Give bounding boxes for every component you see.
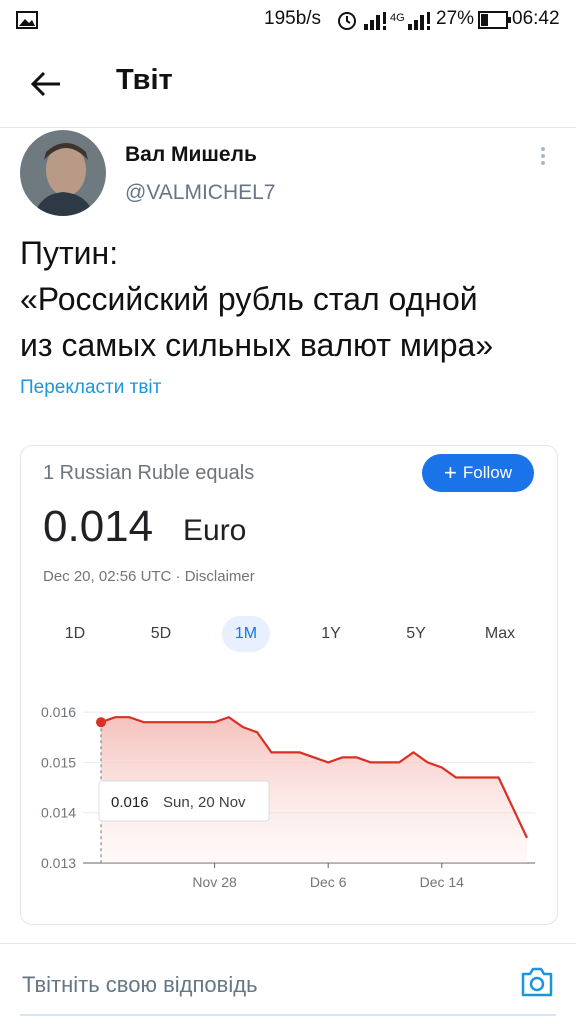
tweet-media-card[interactable]: 1 Russian Ruble equals + Follow 0.014 Eu…: [20, 445, 558, 925]
author-name[interactable]: Вал Мишель: [125, 143, 257, 167]
tab-1m[interactable]: 1M: [222, 616, 270, 652]
exchange-rate-chart[interactable]: 0.013 0.014 0.015 0.016 Nov 28 Dec 6 Dec 14 0…: [21, 671, 557, 924]
clock: 06:42: [512, 8, 560, 29]
arrow-left-icon: [30, 71, 60, 97]
reply-underline: [20, 1014, 556, 1016]
translate-link[interactable]: Перекласти твіт: [20, 377, 161, 399]
tooltip-date: Sun, 20 Nov: [163, 794, 246, 811]
more-options-icon[interactable]: [536, 146, 550, 170]
signal-icon: [364, 12, 386, 30]
tweet-text-line: из самых сильных валют мира»: [20, 327, 494, 363]
tab-5d[interactable]: 5D: [141, 616, 181, 652]
tweet-text-line: «Российский рубль стал одной: [20, 281, 478, 317]
camera-icon[interactable]: [520, 966, 554, 998]
network-type: 4G: [390, 12, 405, 24]
image-icon: [16, 11, 38, 29]
header-divider: [0, 127, 576, 128]
tooltip-value: 0.016: [111, 794, 149, 811]
rate-value: 0.014: [43, 502, 154, 551]
reply-divider: [0, 943, 576, 944]
follow-label: Follow: [462, 463, 512, 482]
back-button[interactable]: [22, 64, 66, 104]
tab-1d[interactable]: 1D: [55, 616, 95, 652]
status-bar: 195b/s 4G 27% 06:42: [0, 0, 576, 40]
tooltip: 0.016 Sun, 20 Nov: [98, 780, 270, 822]
battery-percent: 27%: [436, 8, 475, 29]
tweet-text-line: Путин:: [20, 235, 119, 271]
x-tick-label: Nov 28: [192, 874, 237, 890]
alarm-icon: [338, 12, 356, 30]
hover-point: [96, 717, 106, 728]
plus-icon: +: [444, 460, 457, 485]
avatar[interactable]: [20, 130, 106, 216]
tab-max[interactable]: Max: [477, 616, 523, 652]
follow-button[interactable]: + Follow: [422, 454, 534, 492]
x-tick-label: Dec 6: [310, 874, 347, 890]
y-tick-label: 0.014: [41, 805, 76, 821]
author-handle[interactable]: @VALMICHEL7: [125, 181, 275, 205]
x-tick-label: Dec 14: [420, 874, 465, 890]
y-tick-label: 0.013: [41, 855, 76, 871]
reply-input[interactable]: Твітніть свою відповідь: [22, 972, 258, 998]
network-speed: 195b/s: [264, 8, 322, 29]
tweet-text: Путин: «Российский рубль стал одной из с…: [20, 230, 560, 368]
timestamp: Dec 20, 02:56 UTC · Disclaimer: [43, 568, 255, 585]
page-title: Твіт: [116, 64, 173, 96]
signal-icon-2: [408, 12, 430, 30]
y-tick-label: 0.016: [41, 704, 76, 720]
tab-5y[interactable]: 5Y: [396, 616, 436, 652]
battery-icon: [478, 11, 511, 29]
y-tick-label: 0.015: [41, 754, 76, 770]
rate-currency: Euro: [183, 514, 247, 547]
avatar-image: [20, 130, 106, 216]
card-header: 1 Russian Ruble equals: [43, 462, 255, 484]
tab-1y[interactable]: 1Y: [311, 616, 351, 652]
